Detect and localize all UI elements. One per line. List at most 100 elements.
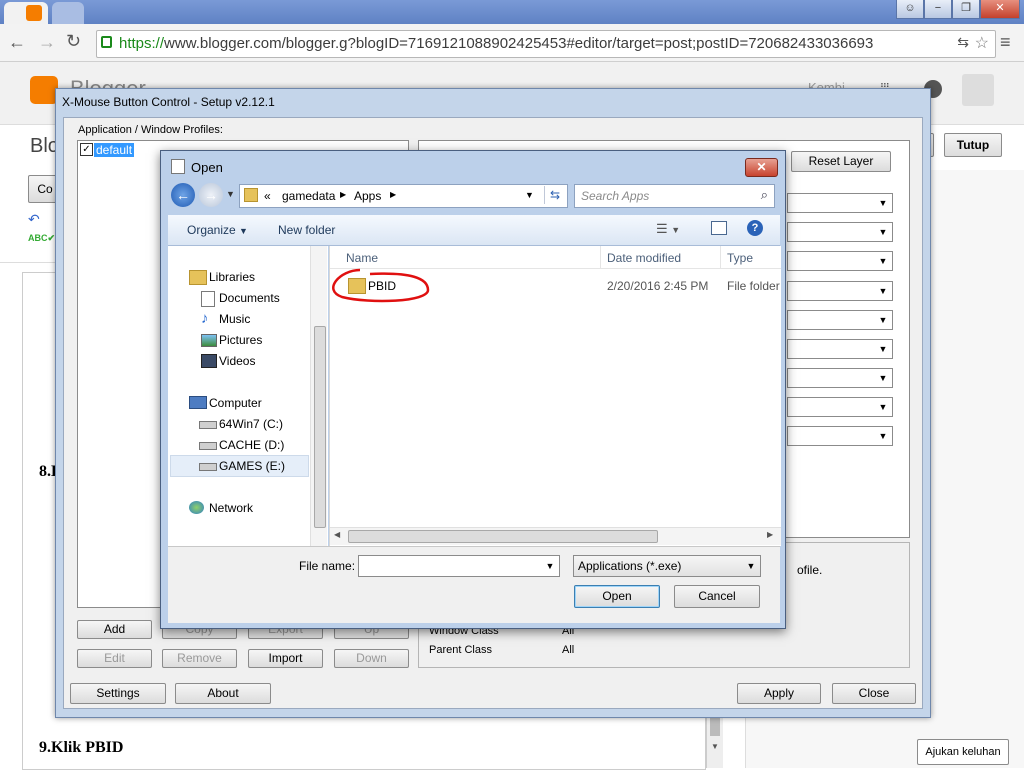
apply-button[interactable]: Apply xyxy=(737,683,821,704)
browser-tab[interactable] xyxy=(4,2,48,24)
scrollbar-thumb[interactable] xyxy=(710,718,720,736)
reset-layer-button[interactable]: Reset Layer xyxy=(791,151,891,172)
spellcheck-icon[interactable]: ABC✔ xyxy=(28,233,55,244)
menu-icon[interactable]: ≡ xyxy=(1000,32,1011,53)
nav-libraries[interactable]: Libraries xyxy=(209,270,255,284)
refresh-icon[interactable]: ⇆ xyxy=(544,186,565,204)
horizontal-scrollbar[interactable]: ◀ ▶ xyxy=(330,527,781,545)
add-button[interactable]: Add xyxy=(77,620,152,639)
forward-icon[interactable]: → xyxy=(199,183,223,207)
edit-button[interactable]: Edit xyxy=(77,649,152,668)
nav-scrollbar-thumb[interactable] xyxy=(314,326,326,528)
info-text: ofile. xyxy=(797,563,823,577)
column-name[interactable]: Name xyxy=(346,251,378,265)
reload-icon[interactable]: ↻ xyxy=(66,31,81,52)
help-icon[interactable]: ? xyxy=(747,220,763,236)
profile-icon[interactable]: ☺ xyxy=(896,0,924,19)
column-divider[interactable] xyxy=(600,246,601,268)
nav-drive-d[interactable]: CACHE (D:) xyxy=(219,438,284,452)
action-combo-2[interactable]: ▼ xyxy=(787,222,893,242)
file-type-filter-value: Applications (*.exe) xyxy=(578,559,682,573)
scroll-left-icon[interactable]: ◀ xyxy=(334,530,340,539)
translate-icon[interactable]: ⇆ xyxy=(957,34,969,51)
breadcrumb-apps[interactable]: Apps xyxy=(354,189,381,203)
close-window-button[interactable]: ✕ xyxy=(980,0,1020,19)
action-combo-7[interactable]: ▼ xyxy=(787,368,893,388)
preview-pane-icon[interactable] xyxy=(711,221,727,235)
nav-pictures[interactable]: Pictures xyxy=(219,333,262,347)
back-arrow-icon[interactable]: ← xyxy=(8,32,26,53)
minimize-button[interactable]: − xyxy=(924,0,952,19)
file-type-filter[interactable]: Applications (*.exe) ▼ xyxy=(573,555,761,577)
history-dropdown-icon[interactable]: ▼ xyxy=(525,190,534,200)
horizontal-scrollbar-thumb[interactable] xyxy=(348,530,658,543)
address-bar[interactable]: https://www.blogger.com/blogger.g?blogID… xyxy=(96,30,996,58)
dialog-bottom-bar: File name: ▼ Applications (*.exe) ▼ Open… xyxy=(168,546,780,623)
chevron-down-icon: ▼ xyxy=(878,256,888,266)
nav-scrollbar[interactable] xyxy=(310,246,327,546)
undo-icon[interactable]: ↶ xyxy=(28,211,40,228)
pictures-icon xyxy=(201,334,217,347)
forward-arrow-icon[interactable]: → xyxy=(38,32,56,53)
column-type[interactable]: Type xyxy=(727,251,753,265)
action-combo-4[interactable]: ▼ xyxy=(787,281,893,301)
chevron-down-icon: ▼ xyxy=(239,226,248,236)
organize-label: Organize xyxy=(187,223,236,237)
action-combo-8[interactable]: ▼ xyxy=(787,397,893,417)
nav-drive-e-selected[interactable]: GAMES (E:) xyxy=(170,455,309,477)
computer-icon xyxy=(189,396,207,409)
view-options-icon[interactable]: ☰ ▼ xyxy=(656,221,680,237)
nav-network[interactable]: Network xyxy=(209,501,253,515)
open-button[interactable]: Open xyxy=(574,585,660,608)
about-button[interactable]: About xyxy=(175,683,271,704)
feedback-button[interactable]: Ajukan keluhan xyxy=(917,739,1009,765)
nav-videos[interactable]: Videos xyxy=(219,354,255,368)
scroll-right-icon[interactable]: ▶ xyxy=(767,530,773,539)
nav-drive-c[interactable]: 64Win7 (C:) xyxy=(219,417,283,431)
editor-scrollbar[interactable]: ▼ xyxy=(706,716,723,768)
down-button[interactable]: Down xyxy=(334,649,409,668)
action-combo-5[interactable]: ▼ xyxy=(787,310,893,330)
nav-computer[interactable]: Computer xyxy=(209,396,262,410)
remove-button[interactable]: Remove xyxy=(162,649,237,668)
cancel-button[interactable]: Cancel xyxy=(674,585,760,608)
new-tab-button[interactable] xyxy=(52,2,84,24)
browser-titlebar: ☺ − ❐ ✕ xyxy=(0,0,1024,24)
tutup-button[interactable]: Tutup xyxy=(944,133,1002,157)
restore-button[interactable]: ❐ xyxy=(952,0,980,19)
nav-documents[interactable]: Documents xyxy=(219,291,280,305)
breadcrumb-separator-icon[interactable]: ▶ xyxy=(340,190,346,199)
action-combo-6[interactable]: ▼ xyxy=(787,339,893,359)
organize-menu[interactable]: Organize ▼ xyxy=(187,223,248,237)
nav-music[interactable]: Music xyxy=(219,312,250,326)
breadcrumb-separator-icon[interactable]: ▶ xyxy=(390,190,396,199)
file-name-input[interactable]: ▼ xyxy=(358,555,560,577)
action-combo-1[interactable]: ▼ xyxy=(787,193,893,213)
back-icon[interactable]: ← xyxy=(171,183,195,207)
dialog-close-button[interactable]: ✕ xyxy=(745,158,778,177)
profiles-label: Application / Window Profiles: xyxy=(78,124,223,136)
new-folder-button[interactable]: New folder xyxy=(278,223,335,237)
recent-pages-chevron-icon[interactable]: ▼ xyxy=(226,189,235,199)
column-date[interactable]: Date modified xyxy=(607,251,681,265)
documents-icon xyxy=(201,291,215,307)
address-breadcrumb[interactable]: « gamedata ▶ Apps ▶ ▼ ⇆ xyxy=(239,184,568,208)
column-divider[interactable] xyxy=(720,246,721,268)
bookmark-star-icon[interactable]: ☆ xyxy=(974,33,989,53)
command-bar: Organize ▼ New folder ☰ ▼ ? xyxy=(168,215,780,246)
breadcrumb-gamedata[interactable]: gamedata xyxy=(282,189,335,203)
import-button[interactable]: Import xyxy=(248,649,323,668)
close-button[interactable]: Close xyxy=(832,683,916,704)
settings-button[interactable]: Settings xyxy=(70,683,166,704)
file-list-pane: Name Date modified Type PBID 2/20/2016 2… xyxy=(329,246,781,546)
profile-checkbox[interactable]: ✓ xyxy=(80,143,93,156)
nav-drive-e: GAMES (E:) xyxy=(219,459,286,473)
search-box[interactable]: Search Apps ⌕ xyxy=(574,184,775,208)
action-combo-9[interactable]: ▼ xyxy=(787,426,893,446)
breadcrumb-overflow[interactable]: « xyxy=(264,189,271,203)
action-combo-3[interactable]: ▼ xyxy=(787,251,893,271)
search-icon[interactable]: ⌕ xyxy=(761,187,768,203)
parent-class-label: Parent Class xyxy=(429,644,492,656)
avatar[interactable] xyxy=(962,74,994,106)
scroll-down-icon[interactable]: ▼ xyxy=(711,742,719,751)
